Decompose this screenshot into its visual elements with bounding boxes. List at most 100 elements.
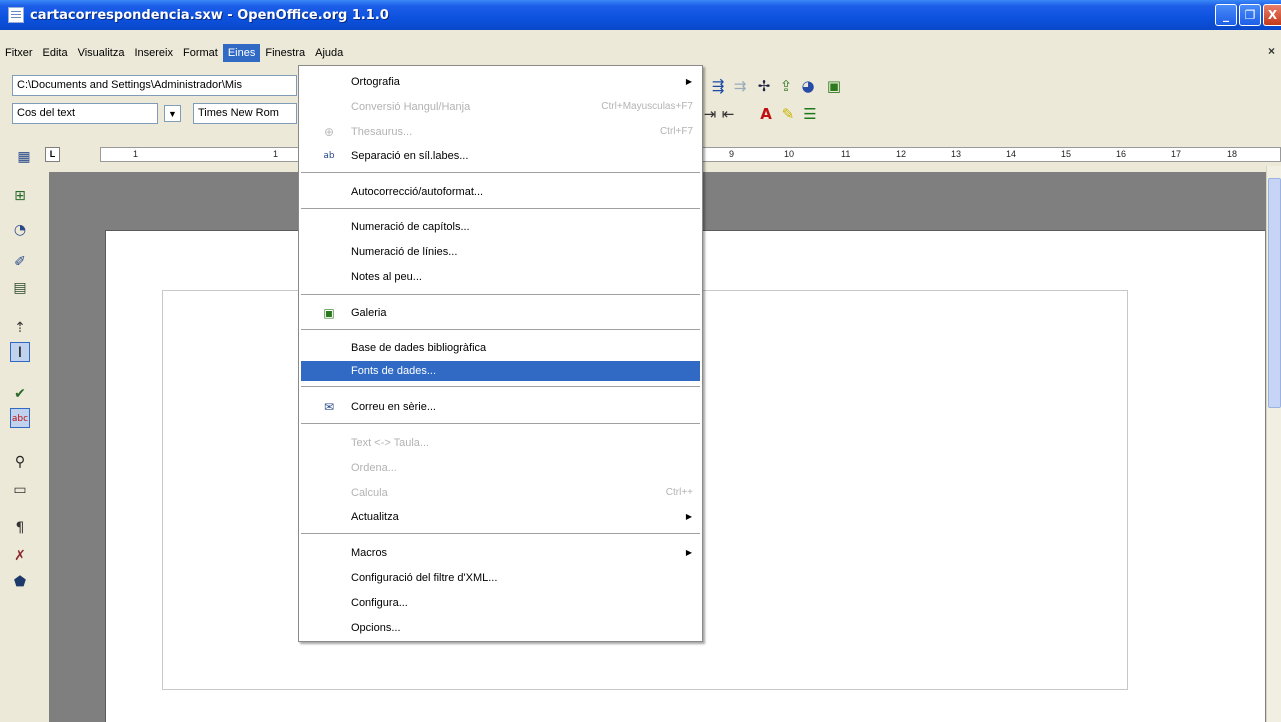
document-app-icon[interactable] <box>8 7 24 23</box>
menu-item-gallery[interactable]: ▣ Galeria <box>301 303 700 323</box>
indent-decrease-icon[interactable]: ⇤ <box>718 104 738 124</box>
menu-item-label: Autocorrecció/autoformat... <box>351 186 484 198</box>
menu-item-label: Thesaurus... <box>351 126 413 138</box>
ruler-label: 18 <box>1227 149 1238 159</box>
menu-item-label: Galeria <box>351 307 387 319</box>
menu-bar: Fitxer Edita Visualitza Insereix Format … <box>0 43 1281 63</box>
menu-format[interactable]: Format <box>178 44 223 62</box>
spellcheck-icon[interactable]: ✔ <box>10 384 30 404</box>
document-path-field[interactable]: C:\Documents and Settings\Administrador\… <box>12 75 297 96</box>
menu-item-options[interactable]: Opcions... <box>301 618 700 638</box>
menu-edita[interactable]: Edita <box>38 44 73 62</box>
minimize-button[interactable]: _ <box>1215 4 1237 26</box>
menu-fitxer[interactable]: Fitxer <box>0 44 38 62</box>
font-name-select[interactable]: Times New Rom <box>193 103 297 124</box>
find-replace-icon[interactable]: ⚲ <box>10 452 30 472</box>
insert-icon[interactable]: ⊞ <box>10 186 30 206</box>
submenu-arrow-icon: ▶ <box>685 512 692 521</box>
menu-item-configure[interactable]: Configura... <box>301 593 700 613</box>
align-disabled-icon: ⇉ <box>733 77 747 95</box>
direct-cursor-icon[interactable]: I <box>10 342 30 362</box>
menu-item-update[interactable]: Actualitza ▶ <box>301 507 700 527</box>
menu-item-hyphenation[interactable]: ab Separació en síl.labes... <box>301 146 700 166</box>
menu-item-macros[interactable]: Macros ▶ <box>301 543 700 563</box>
menu-item-label: Macros <box>351 547 388 559</box>
graphics-off-icon[interactable]: ✗ <box>10 546 30 566</box>
menu-ajuda[interactable]: Ajuda <box>310 44 348 62</box>
menu-item-label: Configuració del filtre d'XML... <box>351 572 498 584</box>
insert-fields-icon[interactable]: ◔ <box>10 220 30 240</box>
menu-finestra[interactable]: Finestra <box>260 44 310 62</box>
stylist-icon[interactable]: ⇪ <box>776 76 796 96</box>
thesaurus-icon: ⊕ <box>323 125 335 139</box>
menu-item-ortografia[interactable]: Ortografia ▶ <box>301 72 700 92</box>
gallery-icon[interactable]: ▣ <box>824 76 844 96</box>
eines-menu: Ortografia ▶ Conversió Hangul/Hanja Ctrl+M… <box>298 65 703 642</box>
menu-item-label: Conversió Hangul/Hanja <box>351 101 471 113</box>
menu-item-mail-merge[interactable]: ✉ Correu en sèrie... <box>301 397 700 417</box>
title-bar: cartacorrespondencia.sxw - OpenOffice.or… <box>0 0 1281 30</box>
openoffice-writer-window: cartacorrespondencia.sxw - OpenOffice.or… <box>0 0 1281 722</box>
gallery-icon: ▣ <box>323 306 335 320</box>
form-functions-icon[interactable]: ▤ <box>10 278 30 298</box>
background-color-icon[interactable]: ☰ <box>800 104 820 124</box>
menu-item-shortcut: Ctrl+F7 <box>659 126 693 137</box>
autospellcheck-icon[interactable]: abc <box>10 408 30 428</box>
scrollbar-thumb[interactable] <box>1268 178 1281 408</box>
menu-item-bibliography[interactable]: Base de dades bibliogràfica <box>301 338 700 358</box>
highlight-icon[interactable]: ✎ <box>778 104 798 124</box>
navigator-icon[interactable]: ✢ <box>754 76 774 96</box>
vertical-scrollbar[interactable] <box>1266 166 1281 722</box>
menu-item-label: Base de dades bibliogràfica <box>351 342 487 354</box>
menu-separator <box>301 386 700 388</box>
menu-item-text-table: Text <-> Taula... <box>301 433 700 453</box>
menu-item-label: Configura... <box>351 597 408 609</box>
menu-item-thesaurus: ⊕ Thesaurus... Ctrl+F7 <box>301 122 700 142</box>
insert-object-icon[interactable]: ◕ <box>798 76 818 96</box>
indent-increase-icon[interactable]: ⇥ <box>700 104 720 124</box>
menu-item-autocorrect[interactable]: Autocorrecció/autoformat... <box>301 182 700 202</box>
window-title: cartacorrespondencia.sxw - OpenOffice.or… <box>30 7 389 23</box>
align-icon[interactable]: ⇶ <box>708 76 728 96</box>
maximize-button[interactable]: ❐ <box>1239 4 1261 26</box>
menu-item-footnotes[interactable]: Notes al peu... <box>301 267 700 287</box>
menu-bar-items: Fitxer Edita Visualitza Insereix Format … <box>0 43 348 63</box>
chevron-down-icon[interactable]: ▼ <box>164 105 181 122</box>
tab-type-button[interactable]: L <box>45 147 60 162</box>
formatting-marks-icon[interactable]: ¶ <box>10 518 30 538</box>
ruler-label: 17 <box>1171 149 1182 159</box>
menu-eines[interactable]: Eines <box>222 44 261 62</box>
menu-insereix[interactable]: Insereix <box>129 44 178 62</box>
menu-item-xml-filter[interactable]: Configuració del filtre d'XML... <box>301 568 700 588</box>
window-controls: _ ❐ X <box>1215 4 1281 26</box>
font-color-icon[interactable]: A <box>756 104 776 124</box>
menu-item-chapter-numbering[interactable]: Numeració de capítols... <box>301 217 700 237</box>
submenu-arrow-icon: ▶ <box>685 548 692 557</box>
close-button[interactable]: X <box>1263 4 1281 26</box>
paragraph-style-select[interactable]: Cos del text <box>12 103 158 124</box>
hyphenation-icon: ab <box>323 151 335 161</box>
draw-functions-icon[interactable]: ✐ <box>10 252 30 272</box>
menu-item-label: Numeració de capítols... <box>351 221 470 233</box>
submenu-arrow-icon: ▶ <box>685 77 692 86</box>
mail-merge-icon: ✉ <box>323 400 335 414</box>
menu-item-label: Notes al peu... <box>351 271 422 283</box>
menu-item-sort: Ordena... <box>301 458 700 478</box>
menu-item-line-numbering[interactable]: Numeració de línies... <box>301 242 700 262</box>
online-layout-icon[interactable]: ▭ <box>10 480 30 500</box>
menu-item-label: Actualitza <box>351 511 399 523</box>
ruler-label: 10 <box>784 149 795 159</box>
data-sources-icon[interactable]: ⬟ <box>10 572 30 592</box>
menu-item-data-sources[interactable]: Fonts de dades... <box>301 361 700 381</box>
menu-item-label: Numeració de línies... <box>351 246 458 258</box>
ruler-label: 1 <box>273 149 279 159</box>
navigator-toggle-icon[interactable]: ▦ <box>14 146 34 166</box>
document-close-icon[interactable]: × <box>1268 44 1275 58</box>
menu-item-shortcut: Ctrl++ <box>665 487 693 498</box>
edit-autotext-icon[interactable]: ⇡ <box>10 318 30 338</box>
menu-item-label: Ordena... <box>351 462 397 474</box>
ruler-label: 14 <box>1006 149 1017 159</box>
menu-separator <box>301 423 700 425</box>
menu-visualitza[interactable]: Visualitza <box>73 44 130 62</box>
menu-separator <box>301 172 700 174</box>
